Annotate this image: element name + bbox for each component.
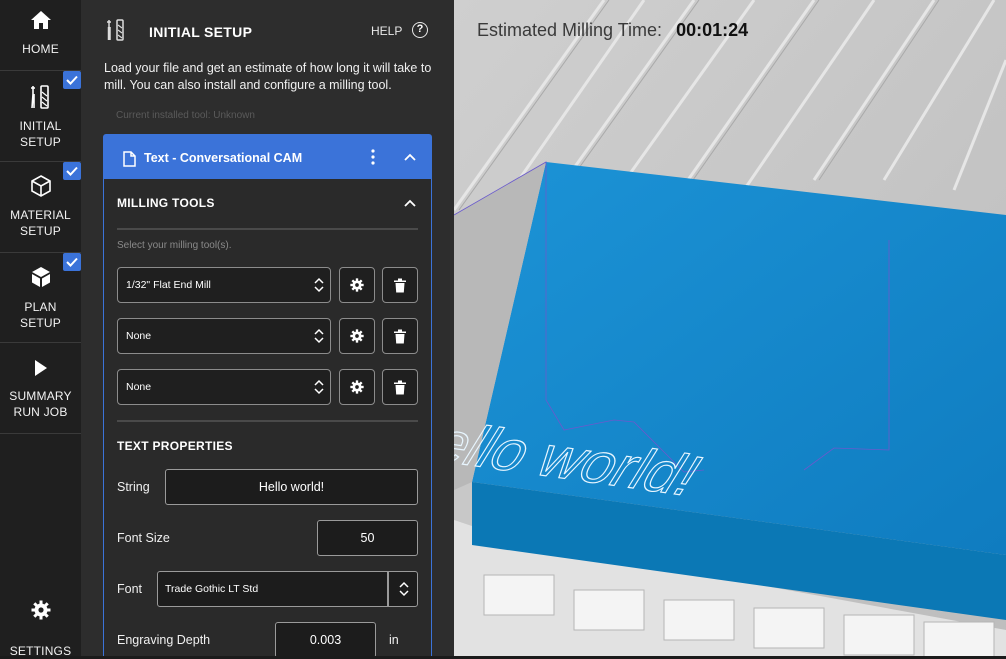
nav-home[interactable]: HOME (0, 0, 81, 71)
font-size-input[interactable]: 50 (317, 520, 418, 556)
setup-panel: INITIAL SETUP HELP ? Load your file and … (81, 0, 454, 656)
tool-settings-button[interactable] (339, 267, 375, 303)
3d-viewport[interactable]: Hello world! Estimated Milling Time: 00:0… (454, 0, 1006, 656)
check-icon (63, 162, 81, 180)
nav-initial-label-2: SETUP (19, 135, 61, 149)
nav-summary-label-2: RUN JOB (13, 405, 68, 419)
milling-tool-icon (107, 19, 124, 41)
help-link[interactable]: HELP (371, 24, 402, 38)
milling-tools-hint: Select your milling tool(s). (117, 240, 232, 251)
trash-icon (394, 380, 406, 394)
nav-summary-run-job[interactable]: SUMMARY RUN JOB (0, 343, 81, 434)
tool-delete-button[interactable] (382, 369, 418, 405)
updown-icon (314, 379, 324, 395)
trash-icon (394, 278, 406, 292)
nav-settings[interactable]: SETTINGS (0, 600, 81, 659)
select-divider (387, 572, 389, 606)
more-vertical-icon[interactable] (370, 149, 376, 165)
gear-icon (350, 329, 364, 343)
divider (117, 228, 418, 230)
page-title: INITIAL SETUP (149, 24, 253, 40)
tool-select-1[interactable]: 1/32" Flat End Mill (117, 267, 331, 303)
machine-render: Hello world! (454, 0, 1006, 656)
nav-plan-label-2: SETUP (19, 316, 61, 330)
milling-tools-heading: MILLING TOOLS (117, 196, 215, 210)
tool-select-value: None (126, 330, 152, 342)
estimated-milling-time: Estimated Milling Time: 00:01:24 (477, 20, 748, 41)
cube-filled-icon (31, 267, 50, 287)
font-size-label: Font Size (117, 531, 170, 545)
tool-select-value: None (126, 381, 152, 393)
font-select-value: Trade Gothic LT Std (165, 583, 259, 595)
card-title: Text - Conversational CAM (144, 151, 303, 165)
chevron-up-icon[interactable] (404, 199, 416, 207)
tool-select-2[interactable]: None (117, 318, 331, 354)
check-icon (63, 253, 81, 271)
font-select[interactable]: Trade Gothic LT Std (157, 571, 418, 607)
nav-initial-setup[interactable]: INITIAL SETUP (0, 71, 81, 162)
estimate-label: Estimated Milling Time: (477, 20, 663, 40)
milling-tool-icon (30, 85, 49, 109)
nav-home-label: HOME (22, 42, 59, 56)
nav-plan-label-1: PLAN (24, 300, 57, 314)
font-label: Font (117, 582, 143, 596)
tool-select-value: 1/32" Flat End Mill (126, 279, 211, 291)
nav-material-label-2: SETUP (19, 224, 61, 238)
updown-icon (314, 328, 324, 344)
trash-icon (394, 329, 406, 343)
card-header[interactable]: Text - Conversational CAM (104, 135, 431, 179)
nav-material-label-1: MATERIAL (10, 208, 71, 222)
text-properties-heading: TEXT PROPERTIES (117, 439, 233, 453)
text-cam-card: Text - Conversational CAM MILLING TOOLS … (103, 134, 432, 656)
divider (117, 420, 418, 422)
estimate-value: 00:01:24 (676, 20, 749, 40)
chevron-up-icon[interactable] (404, 153, 416, 161)
installed-tool-text: Current installed tool: Unknown (116, 110, 255, 121)
panel-description: Load your file and get an estimate of ho… (104, 61, 432, 92)
tool-delete-button[interactable] (382, 267, 418, 303)
check-icon (63, 71, 81, 89)
nav-initial-label-1: INITIAL (19, 119, 62, 133)
play-icon (34, 360, 47, 376)
engraving-depth-input[interactable]: 0.003 (275, 622, 376, 656)
tool-delete-button[interactable] (382, 318, 418, 354)
updown-icon (399, 581, 409, 597)
nav-summary-label-1: SUMMARY (9, 389, 72, 403)
engraving-depth-unit: in (389, 633, 399, 647)
settings-label: SETTINGS (9, 644, 72, 658)
gear-icon (350, 278, 364, 292)
engraving-depth-label: Engraving Depth (117, 633, 211, 647)
tool-select-3[interactable]: None (117, 369, 331, 405)
gear-icon (350, 380, 364, 394)
string-label: String (117, 480, 150, 494)
document-icon (123, 151, 136, 167)
home-icon (30, 11, 51, 29)
cube-outline-icon (30, 175, 51, 197)
tool-settings-button[interactable] (339, 318, 375, 354)
gear-icon (31, 600, 50, 620)
help-icon[interactable]: ? (412, 22, 428, 38)
nav-material-setup[interactable]: MATERIAL SETUP (0, 162, 81, 253)
nav-plan-setup[interactable]: PLAN SETUP (0, 253, 81, 343)
tool-settings-button[interactable] (339, 369, 375, 405)
string-input[interactable]: Hello world! (165, 469, 418, 505)
updown-icon (314, 277, 324, 293)
left-nav: HOME INITIAL SETUP MATERIAL SETUP PLAN S… (0, 0, 81, 659)
